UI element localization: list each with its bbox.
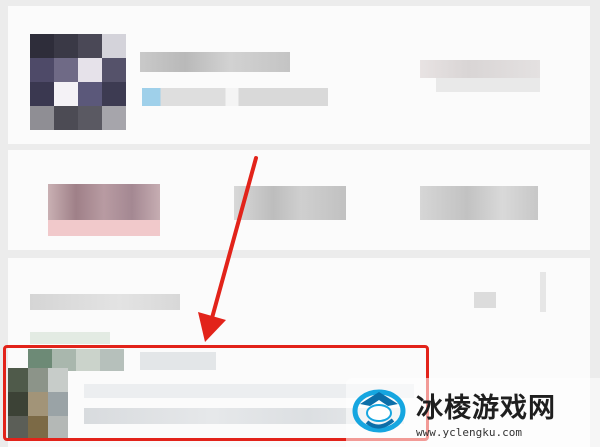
watermark-url: www.yclengku.com bbox=[416, 426, 522, 439]
watermark: 冰棱游戏网 www.yclengku.com bbox=[346, 378, 600, 447]
ice-crystal-logo-icon bbox=[352, 389, 406, 433]
avatar[interactable] bbox=[30, 34, 126, 130]
section-header-placeholder bbox=[30, 294, 180, 310]
meta-placeholder bbox=[436, 78, 540, 92]
watermark-title: 冰棱游戏网 bbox=[416, 393, 556, 424]
timestamp-placeholder bbox=[420, 60, 540, 78]
message-preview-placeholder bbox=[142, 88, 328, 106]
section-side-placeholder bbox=[540, 272, 546, 312]
action-item-3[interactable] bbox=[420, 186, 538, 220]
action-item-2[interactable] bbox=[234, 186, 346, 220]
contact-name-placeholder bbox=[140, 52, 290, 72]
action-item-1[interactable] bbox=[48, 184, 160, 220]
section-action-placeholder[interactable] bbox=[474, 292, 496, 308]
list-item-preview-placeholder bbox=[30, 332, 110, 344]
action-item-1-underline bbox=[48, 220, 160, 236]
